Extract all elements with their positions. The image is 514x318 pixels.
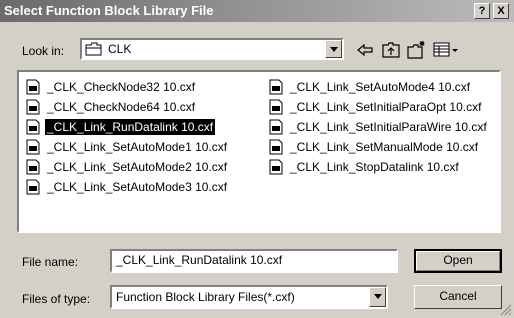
file-list-column-2: _CLK_Link_SetAutoMode4 10.cxf _CLK_Link_… — [268, 77, 489, 177]
file-name: _CLK_Link_StopDatalink 10.cxf — [290, 160, 459, 174]
document-icon — [26, 159, 40, 175]
file-name-field[interactable]: _CLK_Link_RunDatalink 10.cxf — [110, 249, 398, 273]
file-item-selected[interactable]: _CLK_Link_RunDatalink 10.cxf — [25, 117, 229, 137]
file-item[interactable]: _CLK_Link_SetAutoMode1 10.cxf — [25, 137, 229, 157]
cancel-button[interactable]: Cancel — [414, 285, 502, 309]
file-name: _CLK_CheckNode32 10.cxf — [47, 80, 196, 94]
view-menu-icon[interactable] — [432, 40, 460, 60]
file-type-value: Function Block Library Files(*.cxf) — [116, 290, 295, 304]
file-item[interactable]: _CLK_Link_StopDatalink 10.cxf — [268, 157, 489, 177]
file-list-column-1: _CLK_CheckNode32 10.cxf _CLK_CheckNode64… — [25, 77, 229, 197]
help-button[interactable]: ? — [474, 3, 490, 19]
document-icon — [26, 79, 40, 95]
resize-grip-icon[interactable] — [500, 304, 512, 316]
document-icon — [26, 99, 40, 115]
close-button[interactable]: X — [493, 3, 509, 19]
file-item[interactable]: _CLK_Link_SetInitialParaWire 10.cxf — [268, 117, 489, 137]
file-name: _CLK_Link_SetInitialParaOpt 10.cxf — [290, 100, 482, 114]
file-item[interactable]: _CLK_Link_SetAutoMode4 10.cxf — [268, 77, 489, 97]
look-in-label: Look in: — [22, 44, 65, 58]
file-name-label: File name: — [22, 255, 79, 269]
file-name: _CLK_Link_SetAutoMode3 10.cxf — [47, 180, 228, 194]
look-in-value: CLK — [108, 42, 132, 56]
back-arrow-icon[interactable] — [354, 40, 376, 60]
document-icon — [269, 139, 283, 155]
file-type-select[interactable]: Function Block Library Files(*.cxf) — [110, 285, 388, 309]
document-icon — [26, 139, 40, 155]
document-icon — [269, 119, 283, 135]
document-icon — [269, 99, 283, 115]
document-icon — [269, 79, 283, 95]
file-list[interactable]: _CLK_CheckNode32 10.cxf _CLK_CheckNode64… — [17, 70, 501, 233]
folder-icon — [85, 42, 102, 56]
file-item[interactable]: _CLK_Link_SetAutoMode2 10.cxf — [25, 157, 229, 177]
file-name: _CLK_CheckNode64 10.cxf — [47, 100, 196, 114]
open-button-label: Open — [443, 253, 473, 267]
title-bar: Select Function Block Library File ? X — [0, 0, 514, 22]
file-name: _CLK_Link_SetAutoMode1 10.cxf — [47, 140, 228, 154]
files-of-type-label: Files of type: — [22, 292, 91, 306]
file-name: _CLK_Link_SetAutoMode4 10.cxf — [290, 80, 471, 94]
file-item[interactable]: _CLK_Link_SetAutoMode3 10.cxf — [25, 177, 229, 197]
chevron-down-icon[interactable] — [369, 287, 386, 307]
dialog-title: Select Function Block Library File — [4, 3, 214, 18]
chevron-down-icon[interactable] — [325, 40, 342, 58]
look-in-combo[interactable]: CLK — [80, 38, 344, 60]
document-icon — [269, 159, 283, 175]
new-folder-icon[interactable] — [405, 40, 427, 60]
document-icon — [26, 179, 40, 195]
file-item[interactable]: _CLK_Link_SetManualMode 10.cxf — [268, 137, 489, 157]
file-name: _CLK_Link_SetManualMode 10.cxf — [290, 140, 479, 154]
up-folder-icon[interactable] — [380, 40, 402, 60]
open-button[interactable]: Open — [414, 249, 502, 273]
file-item[interactable]: _CLK_CheckNode64 10.cxf — [25, 97, 229, 117]
file-name-value: _CLK_Link_RunDatalink 10.cxf — [116, 253, 283, 267]
file-item[interactable]: _CLK_CheckNode32 10.cxf — [25, 77, 229, 97]
file-item[interactable]: _CLK_Link_SetInitialParaOpt 10.cxf — [268, 97, 489, 117]
file-name: _CLK_Link_RunDatalink 10.cxf — [45, 119, 216, 135]
document-icon — [26, 119, 40, 135]
file-name: _CLK_Link_SetAutoMode2 10.cxf — [47, 160, 228, 174]
file-name: _CLK_Link_SetInitialParaWire 10.cxf — [290, 120, 487, 134]
